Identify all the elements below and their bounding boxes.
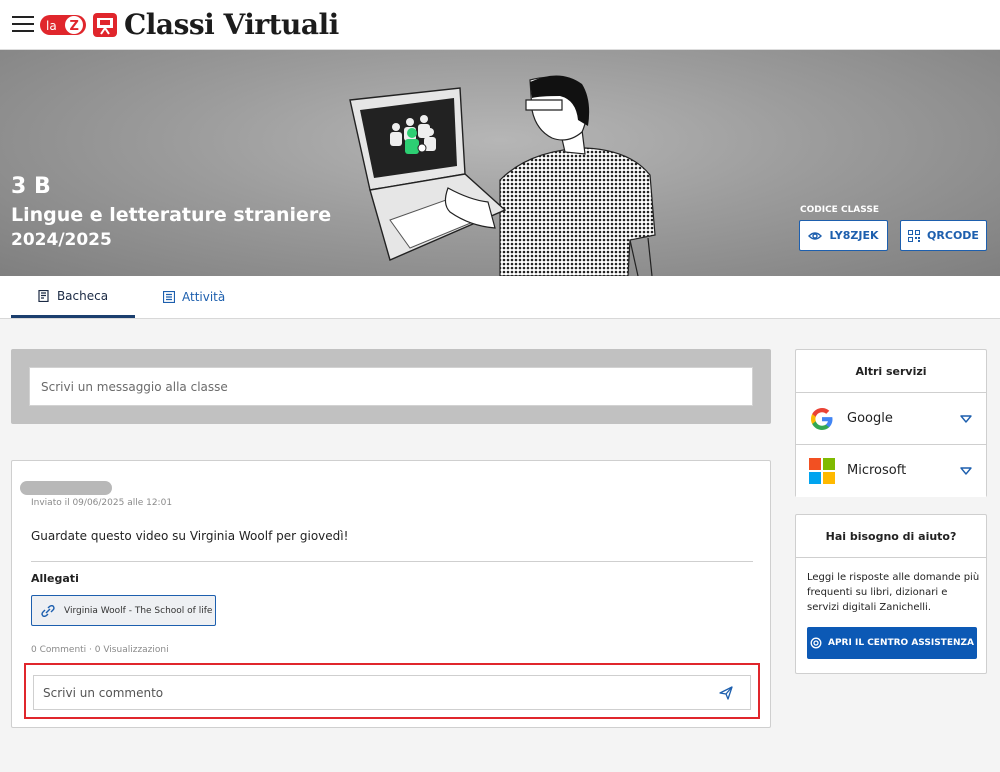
class-banner: 3 B Lingue e letterature straniere 2024/…: [0, 50, 1000, 276]
class-name: 3 B: [11, 174, 51, 199]
attachments-title: Allegati: [31, 572, 79, 585]
comment-highlight-box: Scrivi un commento: [24, 663, 760, 719]
tab-label: Bacheca: [56, 288, 109, 303]
services-title: Altri servizi: [796, 350, 986, 393]
chevron-down-icon[interactable]: [960, 414, 972, 424]
post-stats: 0 Commenti · 0 Visualizzazioni: [31, 645, 169, 655]
post-date: Inviato il 09/06/2025 alle 12:01: [31, 498, 173, 508]
svg-text:la: la: [46, 19, 57, 33]
qrcode-icon: [908, 229, 921, 242]
link-icon: [41, 604, 55, 617]
microsoft-icon: [809, 458, 835, 484]
help-text: Leggi le risposte alle domande più frequ…: [807, 572, 980, 613]
class-subject: Lingue e letterature straniere: [11, 204, 332, 226]
tab-label: Attività: [182, 290, 226, 304]
class-code-value: LY8ZJEK: [829, 229, 879, 242]
tab-attivita[interactable]: Attività: [163, 276, 225, 318]
help-panel: Hai bisogno di aiuto? Leggi le risposte …: [795, 514, 987, 674]
comment-input[interactable]: Scrivi un commento: [33, 675, 751, 710]
help-title: Hai bisogno di aiuto?: [796, 515, 986, 558]
service-google[interactable]: Google: [796, 393, 986, 445]
app-title: Classi Virtuali: [124, 8, 339, 41]
post-card: Inviato il 09/06/2025 alle 12:01 Guardat…: [11, 460, 771, 728]
attachment-label: Virginia Woolf - The School of life: [64, 605, 213, 616]
qrcode-label: QRCODE: [927, 229, 979, 242]
teacher-laptop-illustration: [349, 75, 656, 276]
class-year: 2024/2025: [11, 230, 112, 250]
class-code-label: CODICE CLASSE: [800, 205, 879, 215]
eye-icon: [808, 231, 823, 240]
tab-bar: Bacheca Attività: [0, 276, 1000, 319]
service-microsoft[interactable]: Microsoft: [796, 445, 986, 497]
divider: [31, 561, 753, 562]
post-text: Guardate questo video su Virginia Woolf …: [31, 529, 349, 543]
compose-panel: Scrivi un messaggio alla classe: [11, 349, 771, 424]
zanichelli-logo: la Z: [40, 15, 86, 35]
support-icon: [810, 637, 822, 649]
qrcode-button[interactable]: QRCODE: [900, 220, 987, 251]
comment-placeholder: Scrivi un commento: [43, 685, 164, 700]
list-icon: [163, 291, 175, 303]
service-label: Microsoft: [847, 463, 907, 478]
attachment-link[interactable]: Virginia Woolf - The School of life: [31, 595, 216, 626]
svg-text:Z: Z: [70, 19, 79, 34]
class-code-button[interactable]: LY8ZJEK: [799, 220, 888, 251]
tab-bacheca[interactable]: Bacheca: [11, 276, 135, 318]
author-name-placeholder: [20, 481, 112, 495]
send-icon[interactable]: [718, 685, 734, 701]
menu-icon[interactable]: [12, 16, 34, 34]
help-center-button[interactable]: APRI IL CENTRO ASSISTENZA: [807, 627, 977, 659]
google-icon: [811, 408, 833, 430]
chevron-down-icon[interactable]: [960, 466, 972, 476]
top-bar: la Z Classi Virtuali: [0, 0, 1000, 50]
service-label: Google: [847, 411, 893, 426]
classi-virtuali-logo-icon: [93, 13, 117, 37]
other-services-panel: Altri servizi Google Microsoft: [795, 349, 987, 497]
message-input[interactable]: Scrivi un messaggio alla classe: [29, 367, 753, 406]
help-button-label: APRI IL CENTRO ASSISTENZA: [828, 638, 974, 648]
board-icon: [38, 289, 49, 302]
